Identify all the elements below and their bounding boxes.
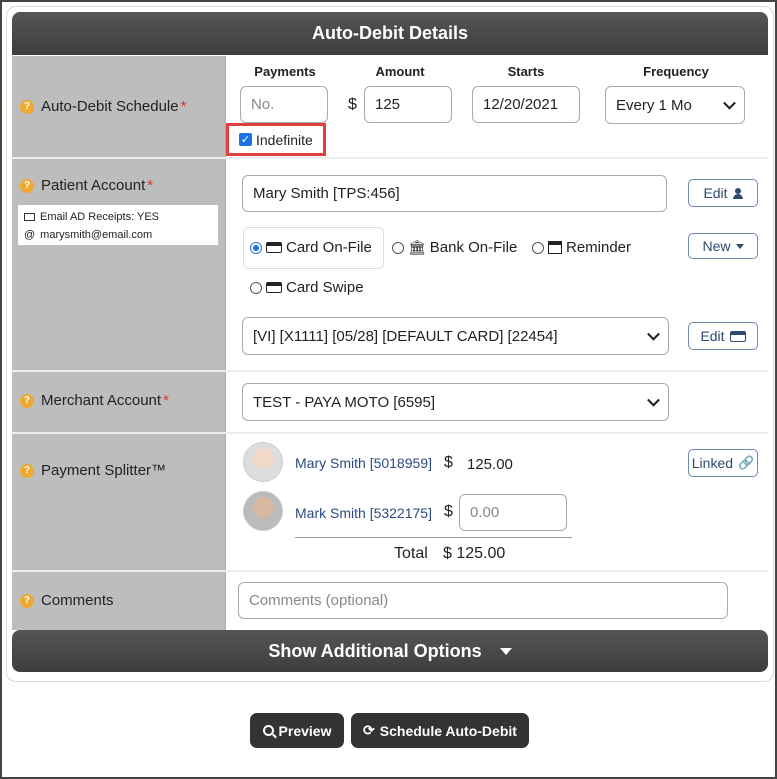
total-label: Total — [394, 545, 428, 562]
calendar-icon — [548, 241, 562, 254]
amount-currency: $ — [444, 454, 453, 471]
indefinite-checkbox[interactable]: ✓ — [239, 133, 252, 146]
merchant-label-cell: ? Merchant Account * — [12, 372, 226, 432]
patient-label-cell: ? Patient Account * Email AD Receipts: YE… — [12, 159, 226, 370]
frequency-header: Frequency — [643, 64, 709, 79]
avatar — [243, 442, 283, 482]
section-title: Auto-Debit Details — [311, 23, 468, 43]
patient-account-input[interactable]: Mary Smith [TPS:456] — [242, 175, 667, 212]
schedule-auto-debit-button[interactable]: ⟳ Schedule Auto-Debit — [351, 713, 529, 748]
refresh-icon: ⟳ — [363, 722, 375, 738]
receipts-note: Email AD Receipts: YES — [40, 211, 160, 223]
help-icon[interactable]: ? — [20, 593, 34, 608]
caret-down-icon — [735, 243, 744, 249]
required-mark: * — [147, 177, 154, 194]
patient-info-box: Email AD Receipts: YES @ marysmith@email… — [18, 205, 218, 245]
schedule-label-cell: ? Auto-Debit Schedule * — [12, 56, 226, 157]
user-icon — [732, 187, 743, 199]
credit-card-icon — [266, 242, 282, 253]
amount-currency: $ — [348, 96, 357, 113]
person-name-link[interactable]: Mary Smith [5018959] — [295, 455, 432, 471]
merchant-row: ? Merchant Account * TEST - PAYA MOTO [65… — [12, 372, 768, 434]
envelope-icon — [24, 213, 35, 221]
bank-onfile-option[interactable]: 🏛 Bank On-File — [392, 239, 517, 256]
total-divider — [295, 537, 572, 538]
search-icon — [262, 725, 277, 739]
help-icon[interactable]: ? — [20, 393, 34, 408]
bank-onfile-radio[interactable] — [392, 241, 404, 254]
payments-header: Payments — [254, 64, 316, 79]
card-select[interactable]: [VI] [X1111] [05/28] [DEFAULT CARD] [224… — [242, 317, 669, 355]
edit-patient-button[interactable]: Edit — [688, 179, 758, 207]
caret-down-icon — [499, 647, 512, 655]
required-mark: * — [180, 98, 187, 115]
help-icon[interactable]: ? — [20, 178, 34, 193]
splitter-label: ? Payment Splitter™ — [20, 462, 166, 479]
credit-card-icon — [729, 330, 746, 342]
amount-input[interactable]: 125 — [364, 86, 452, 123]
comments-input[interactable]: Comments (optional) — [238, 582, 728, 619]
amount-header: Amount — [375, 64, 425, 79]
reminder-radio[interactable] — [532, 241, 544, 254]
splitter-label-cell: ? Payment Splitter™ — [12, 434, 226, 570]
page-frame: Auto-Debit Details ? Auto-Debit Schedule… — [0, 0, 777, 779]
show-additional-options-button[interactable]: Show Additional Options — [12, 630, 768, 672]
link-icon: 🔗 — [738, 455, 755, 470]
indefinite-label: Indefinite — [256, 131, 313, 148]
start-date-input[interactable]: 12/20/2021 — [472, 86, 580, 123]
card-onfile-radio[interactable] — [250, 241, 262, 254]
split-amount: 125.00 — [467, 456, 513, 473]
schedule-label: ? Auto-Debit Schedule * — [20, 98, 186, 115]
linked-button[interactable]: Linked 🔗 — [688, 449, 758, 477]
comments-row: ? Comments Comments (optional) — [12, 572, 768, 630]
help-icon[interactable]: ? — [20, 99, 34, 114]
comments-label: ? Comments — [20, 592, 114, 609]
card-onfile-option[interactable]: Card On-File — [250, 239, 372, 256]
split-amount-input[interactable]: 0.00 — [459, 494, 567, 531]
edit-card-button[interactable]: Edit — [688, 322, 758, 350]
amount-currency: $ — [444, 503, 453, 520]
at-icon: @ — [24, 229, 36, 241]
merchant-select[interactable]: TEST - PAYA MOTO [6595] — [242, 383, 669, 421]
total-value: $ 125.00 — [443, 545, 506, 562]
schedule-row: ? Auto-Debit Schedule * Payments Amount S… — [12, 56, 768, 159]
card-swipe-radio[interactable] — [250, 281, 262, 294]
merchant-label: ? Merchant Account * — [20, 392, 169, 409]
avatar — [243, 491, 283, 531]
patient-email: marysmith@email.com — [40, 229, 153, 241]
patient-label: ? Patient Account * — [20, 177, 153, 194]
preview-button[interactable]: Preview — [250, 713, 344, 748]
person-name-link[interactable]: Mark Smith [5322175] — [295, 505, 432, 521]
frequency-select[interactable]: Every 1 Mo — [605, 86, 745, 124]
help-icon[interactable]: ? — [20, 463, 34, 478]
section-header: Auto-Debit Details — [12, 12, 768, 55]
payments-input[interactable]: No. — [240, 86, 328, 123]
required-mark: * — [163, 392, 169, 409]
new-method-button[interactable]: New — [688, 233, 758, 259]
splitter-row: ? Payment Splitter™ Mary Smith [5018959]… — [12, 434, 768, 572]
starts-header: Starts — [507, 64, 545, 79]
bank-icon: 🏛 — [408, 239, 426, 255]
patient-row: ? Patient Account * Email AD Receipts: YE… — [12, 159, 768, 372]
card-swipe-option[interactable]: Card Swipe — [250, 279, 364, 296]
reminder-option[interactable]: Reminder — [532, 239, 631, 256]
comments-label-cell: ? Comments — [12, 572, 226, 630]
indefinite-highlight: ✓ Indefinite — [226, 123, 326, 156]
credit-card-icon — [266, 282, 282, 293]
